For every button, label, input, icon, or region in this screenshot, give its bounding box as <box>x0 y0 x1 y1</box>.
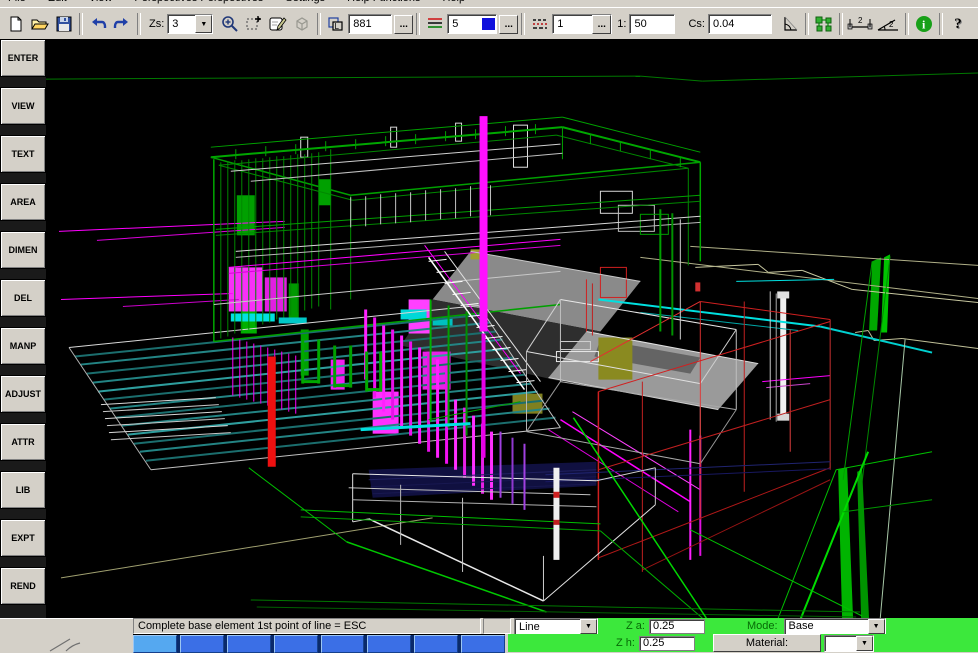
sidebar-button-del[interactable]: DEL <box>0 279 46 317</box>
palette-swatch[interactable] <box>180 635 224 653</box>
palette-swatch-selected[interactable] <box>133 635 177 653</box>
structure-nodes-icon[interactable] <box>812 13 836 35</box>
line-type-field[interactable]: 1 ... <box>552 14 612 34</box>
chevron-down-icon[interactable]: ▼ <box>868 619 885 634</box>
mode-label: Mode: <box>747 620 778 632</box>
layer-number-field[interactable]: 881 <box>348 14 392 34</box>
main-toolbar: Zs: 3 ▼ L 881 ... 5 ... 1 ... 1: 50 Cs <box>0 7 978 40</box>
cad-application-window: { "menu": { "items": ["File", "Edit", "V… <box>0 0 978 652</box>
zh-label: Z h: <box>616 637 635 649</box>
toolbar-separator <box>137 13 141 35</box>
zs-combobox[interactable]: 3 ▼ <box>167 14 213 34</box>
bottom-row: Z h: 0.25 Material: ▼ <box>133 634 978 652</box>
toolbar-separator <box>521 13 525 35</box>
edit-sheet-icon[interactable] <box>266 13 290 35</box>
chevron-down-icon[interactable]: ▼ <box>195 15 212 33</box>
layer-browse-button[interactable]: ... <box>394 15 413 34</box>
save-icon[interactable] <box>52 13 76 35</box>
menu-file[interactable]: File <box>8 0 26 4</box>
menu-settings[interactable]: Settings <box>285 0 325 4</box>
open-folder-icon[interactable] <box>28 13 52 35</box>
sidebar-button-manp[interactable]: MANP <box>0 327 46 365</box>
new-document-icon[interactable] <box>4 13 28 35</box>
sidebar-button-lib[interactable]: LIB <box>0 471 46 509</box>
toolbar-separator <box>416 13 420 35</box>
pen-browse-button[interactable]: ... <box>499 15 518 34</box>
color-palette-bar <box>133 634 505 653</box>
zs-label: Zs: <box>149 18 164 30</box>
sidebar-button-dimen[interactable]: DIMEN <box>0 231 46 269</box>
dimension-horizontal-icon[interactable]: 2 <box>846 13 874 35</box>
info-icon[interactable]: i <box>912 13 936 35</box>
svg-text:L: L <box>335 22 340 31</box>
partial-tool-icon <box>48 637 84 653</box>
cs-field[interactable]: 0.04 <box>708 14 772 34</box>
z-bottom-row: Z h: 0.25 Material: ▼ <box>508 634 978 652</box>
scale-label: 1: <box>617 18 626 30</box>
toolbar-separator <box>317 13 321 35</box>
undo-icon[interactable] <box>86 13 110 35</box>
palette-swatch[interactable] <box>321 635 365 653</box>
mode-combobox[interactable]: Base ▼ <box>784 618 886 635</box>
drawing-canvas[interactable] <box>46 39 978 618</box>
palette-swatch[interactable] <box>461 635 505 653</box>
svg-text:2: 2 <box>889 20 894 29</box>
line-style-icon <box>423 13 447 35</box>
select-move-icon[interactable] <box>242 13 266 35</box>
menu-view[interactable]: View <box>89 0 113 4</box>
status-message: Complete base element 1st point of line … <box>133 618 481 634</box>
toolbar-separator <box>839 13 843 35</box>
dashed-lines-icon[interactable] <box>528 13 552 35</box>
menu-perspectives[interactable]: Perspectives Perspectives <box>134 0 263 4</box>
menu-help[interactable]: Help <box>442 0 465 4</box>
chevron-down-icon[interactable]: ▼ <box>580 619 597 634</box>
sidebar-button-rend[interactable]: REND <box>0 567 46 605</box>
cube-3d-icon <box>290 13 314 35</box>
help-icon[interactable]: ? <box>946 13 970 35</box>
angle-icon[interactable] <box>778 13 802 35</box>
toolbar-separator <box>905 13 909 35</box>
sidebar-button-adjust[interactable]: ADJUST <box>0 375 46 413</box>
pen-color-swatch[interactable] <box>482 18 495 30</box>
sidebar-button-expt[interactable]: EXPT <box>0 519 46 557</box>
palette-swatch[interactable] <box>274 635 318 653</box>
sidebar-button-text[interactable]: TEXT <box>0 135 46 173</box>
status-bar: Complete base element 1st point of line … <box>133 618 978 634</box>
line-type-browse-button[interactable]: ... <box>592 15 611 34</box>
za-field[interactable]: 0.25 <box>649 619 705 634</box>
toolbar-separator <box>79 13 83 35</box>
menu-help-functions[interactable]: Help Functions <box>347 0 420 4</box>
material-button[interactable]: Material: <box>713 634 821 652</box>
sidebar-button-area[interactable]: AREA <box>0 183 46 221</box>
status-spare-pane <box>483 618 511 634</box>
material-combobox[interactable]: ▼ <box>824 635 874 652</box>
chevron-down-icon[interactable]: ▼ <box>856 636 873 651</box>
sidebar-button-attr[interactable]: ATTR <box>0 423 46 461</box>
palette-swatch[interactable] <box>227 635 271 653</box>
menu-bar: File Edit View Perspectives Perspectives Set… <box>0 0 978 7</box>
sidebar-button-view[interactable]: VIEW <box>0 87 46 125</box>
toolbar-separator <box>939 13 943 35</box>
svg-text:2: 2 <box>858 16 863 25</box>
cs-label: Cs: <box>688 18 705 30</box>
sidebar-button-enter[interactable]: ENTER <box>0 39 46 77</box>
za-label: Z a: <box>626 620 645 632</box>
building-wireframe-model <box>46 39 978 618</box>
zh-field[interactable]: 0.25 <box>639 636 695 651</box>
menu-edit[interactable]: Edit <box>48 0 67 4</box>
toolbar-separator <box>805 13 809 35</box>
dimension-angle-icon[interactable]: 2 <box>874 13 902 35</box>
bottom-left-panel <box>0 618 133 653</box>
tool-sidebar: ENTER VIEW TEXT AREA DIMEN DEL MANP ADJU… <box>0 39 46 618</box>
redo-icon[interactable] <box>110 13 134 35</box>
zoom-in-icon[interactable] <box>218 13 242 35</box>
line-type-combobox[interactable]: Line ▼ <box>514 618 598 635</box>
scale-field[interactable]: 50 <box>629 14 675 34</box>
pen-width-field[interactable]: 5 <box>447 14 497 34</box>
layers-icon[interactable]: L <box>324 13 348 35</box>
palette-swatch[interactable] <box>367 635 411 653</box>
z-top-row: Z a: 0.25 Mode: Base ▼ <box>598 618 978 634</box>
palette-swatch[interactable] <box>414 635 458 653</box>
